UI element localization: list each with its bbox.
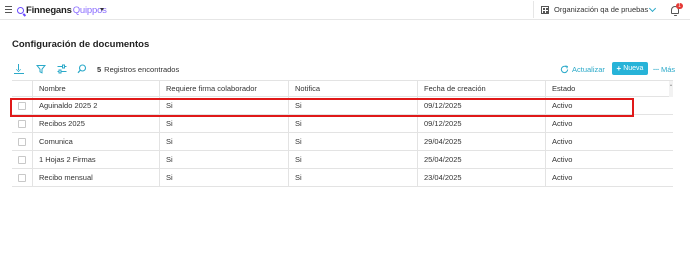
column-header-notify[interactable]: Notifica [288,81,417,96]
cell-requires-signature: Si [159,97,288,114]
column-header-name[interactable]: Nombre [32,81,159,96]
table-row[interactable]: 1 Hojas 2 Firmas Si Si 25/04/2025 Activo [12,151,673,169]
row-checkbox[interactable] [18,101,26,110]
table-row[interactable]: Recibo mensual Si Si 23/04/2025 Activo [12,169,673,187]
cell-requires-signature: Si [159,151,288,168]
refresh-button[interactable]: Actualizar [560,63,605,75]
building-icon [541,5,549,14]
search-icon[interactable] [77,64,87,74]
row-checkbox[interactable] [18,173,26,182]
cell-requires-signature: Si [159,133,288,150]
column-header-status[interactable]: Estado [545,81,673,96]
table-toolbar: 5 Registros encontrados Actualizar + Nuev… [0,60,690,78]
row-checkbox-cell [12,151,32,168]
cell-created: 09/12/2025 [417,115,545,132]
more-dots-icon: ··· [653,64,660,74]
organization-label: Organización qa de pruebas [554,5,649,14]
cell-name: Comunica [32,133,159,150]
organization-select[interactable]: Organización qa de pruebas [533,1,659,18]
cell-name: 1 Hojas 2 Firmas [32,151,159,168]
top-bar: Finnegans Quippos Organización qa de pru… [0,0,690,20]
table-row[interactable]: Comunica Si Si 29/04/2025 Activo [12,133,673,151]
cell-notify: Si [288,133,417,150]
records-found: 5 Registros encontrados [97,65,179,74]
sliders-icon[interactable] [57,64,67,74]
cell-name: Recibos 2025 [32,115,159,132]
cell-notify: Si [288,151,417,168]
notification-badge: 1 [676,3,683,9]
cell-created: 09/12/2025 [417,97,545,114]
cell-status: Activo [545,115,673,132]
cell-status: Activo [545,97,673,114]
cell-status: Activo [545,169,673,186]
cell-notify: Si [288,115,417,132]
table-row[interactable]: Aguinaldo 2025 2 Si Si 09/12/2025 Activo [12,97,673,115]
filter-icon[interactable] [36,64,46,74]
documents-table: Nombre Requiere firma colaborador Notifi… [12,80,673,187]
cell-name: Aguinaldo 2025 2 [32,97,159,114]
row-checkbox-cell [12,169,32,186]
download-icon[interactable] [14,64,24,75]
row-checkbox-cell [12,97,32,114]
column-header-requires-signature[interactable]: Requiere firma colaborador [159,81,288,96]
logo-mark-icon [17,6,24,14]
refresh-icon [560,64,569,74]
column-header-created[interactable]: Fecha de creación [417,81,545,96]
cell-created: 29/04/2025 [417,133,545,150]
new-button[interactable]: + Nueva [612,62,648,75]
app-logo[interactable]: Finnegans Quippos [17,4,107,16]
logo-brand: Finnegans [26,4,72,16]
cell-notify: Si [288,97,417,114]
more-label: Más [661,64,676,74]
cell-name: Recibo mensual [32,169,159,186]
new-label: Nueva [623,65,644,72]
plus-icon: + [616,64,622,73]
row-checkbox[interactable] [18,137,26,146]
row-checkbox[interactable] [18,119,26,128]
refresh-label: Actualizar [572,64,605,74]
row-checkbox[interactable] [18,155,26,164]
app-switcher-caret-icon[interactable] [100,8,104,11]
table-row[interactable]: Recibos 2025 Si Si 09/12/2025 Activo [12,115,673,133]
cell-requires-signature: Si [159,169,288,186]
records-count: 5 [97,65,102,74]
chevron-down-icon [648,4,657,13]
table-header: Nombre Requiere firma colaborador Notifi… [12,80,673,97]
select-all-cell [12,81,32,96]
records-label: Registros encontrados [104,65,180,74]
cell-status: Activo [545,151,673,168]
cell-requires-signature: Si [159,115,288,132]
hamburger-icon[interactable] [5,6,12,13]
page-title: Configuración de documentos [12,39,150,50]
cell-status: Activo [545,133,673,150]
row-checkbox-cell [12,133,32,150]
more-button[interactable]: ··· Más [653,63,675,75]
table-scrollbar[interactable] [669,81,673,97]
cell-created: 25/04/2025 [417,151,545,168]
row-checkbox-cell [12,115,32,132]
cell-notify: Si [288,169,417,186]
cell-created: 23/04/2025 [417,169,545,186]
